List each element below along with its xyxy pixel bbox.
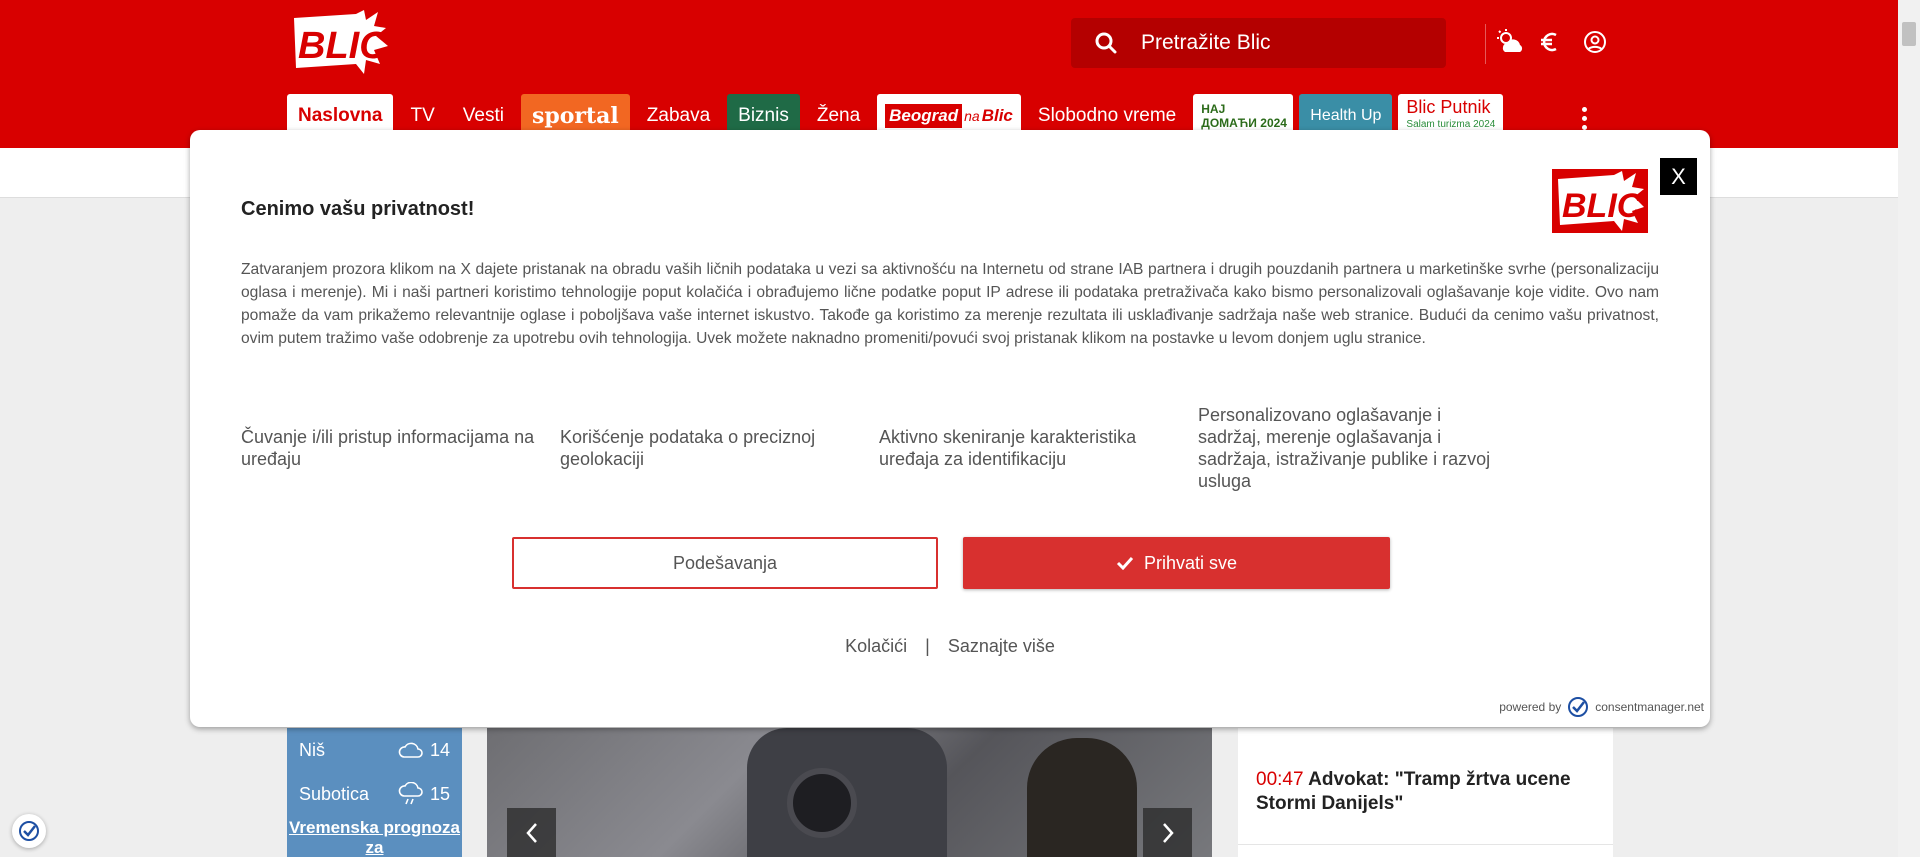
purpose-item: Personalizovano oglašavanje i sadržaj, m… bbox=[1198, 405, 1491, 491]
weather-widget: Niš 14 Subotica 15 Vremenska prognoza za bbox=[287, 728, 462, 857]
cookies-link[interactable]: Kolačići bbox=[845, 636, 907, 657]
user-account-icon[interactable] bbox=[1579, 26, 1611, 58]
news-time: 00:47 bbox=[1256, 769, 1304, 790]
page-scrollbar[interactable] bbox=[1898, 0, 1920, 857]
weather-icon[interactable] bbox=[1494, 26, 1526, 58]
blic-logo-dialog: BLIC bbox=[1552, 169, 1648, 233]
news-headline[interactable]: Advokat: "Tramp žrtva ucene Stormi Danij… bbox=[1256, 769, 1571, 814]
blic-logo-text: BLIC bbox=[298, 25, 387, 67]
weather-city: Subotica bbox=[299, 783, 370, 804]
person-shape bbox=[1027, 738, 1137, 857]
latest-news-panel: 00:47 Advokat: "Tramp žrtva ucene Stormi… bbox=[1238, 728, 1613, 857]
nav-label: Slobodno vreme bbox=[1037, 105, 1177, 126]
accept-all-button[interactable]: Prihvati sve bbox=[963, 537, 1390, 589]
nav-label: ДОМАЋИ 2024 bbox=[1201, 116, 1287, 130]
dialog-links: Kolačići | Saznajte više bbox=[190, 636, 1710, 657]
scrollbar-thumb[interactable] bbox=[1902, 22, 1916, 46]
nav-label: na bbox=[964, 108, 980, 124]
weather-city: Niš bbox=[299, 739, 325, 760]
news-slider-image[interactable] bbox=[487, 728, 1212, 857]
dialog-title: Cenimo vašu privatnost! bbox=[241, 198, 475, 220]
site-header: BLIC Pretražite Blic Naslovna TV Vesti s… bbox=[0, 0, 1898, 148]
nav-label: Zabava bbox=[646, 105, 711, 126]
purpose-item: Aktivno skeniranje karakteristika uređaj… bbox=[879, 427, 1137, 469]
consentmanager-logo-icon bbox=[1568, 697, 1589, 717]
weather-forecast-link[interactable]: Vremenska prognoza za bbox=[287, 816, 462, 857]
link-separator: | bbox=[925, 636, 930, 656]
powered-by-label: powered by bbox=[1499, 700, 1562, 714]
more-menu-icon[interactable] bbox=[1572, 103, 1596, 133]
currency-euro-icon[interactable] bbox=[1534, 26, 1566, 58]
close-button[interactable]: X bbox=[1660, 158, 1697, 195]
news-item[interactable]: 00:47 Advokat: "Tramp žrtva ucene Stormi… bbox=[1256, 768, 1596, 816]
nav-label: Blic bbox=[981, 106, 1013, 125]
search-placeholder[interactable]: Pretražite Blic bbox=[1141, 31, 1271, 55]
news-divider bbox=[1238, 844, 1613, 845]
provider-name: consentmanager.net bbox=[1595, 700, 1704, 714]
cloud-icon bbox=[398, 742, 423, 758]
slider-prev-arrow-icon[interactable] bbox=[507, 808, 556, 857]
settings-button[interactable]: Podešavanja bbox=[512, 537, 938, 589]
nav-label: Vesti bbox=[462, 105, 504, 126]
powered-by[interactable]: powered by consentmanager.net bbox=[1499, 696, 1704, 718]
nav-label: sportal bbox=[531, 103, 619, 129]
consent-dialog: X BLIC Cenimo vašu privatnost! Zatvaranj… bbox=[190, 130, 1710, 727]
weather-row: Subotica 15 bbox=[287, 772, 462, 816]
learn-more-link[interactable]: Saznajte više bbox=[948, 636, 1055, 657]
nav-label: Health Up bbox=[1310, 107, 1382, 124]
header-divider bbox=[1485, 24, 1486, 64]
weather-temp: 15 bbox=[429, 783, 450, 804]
accept-all-button-label: Prihvati sve bbox=[1143, 552, 1238, 573]
nav-label: TV bbox=[410, 105, 435, 126]
blic-logo[interactable]: BLIC bbox=[286, 10, 390, 76]
settings-button-label: Podešavanja bbox=[672, 552, 778, 573]
purpose-item: Korišćenje podataka o preciznoj geolokac… bbox=[560, 427, 816, 469]
weather-row: Niš 14 bbox=[287, 728, 462, 772]
checkmark-icon bbox=[1116, 556, 1134, 570]
rain-cloud-icon bbox=[398, 782, 423, 805]
nav-label: Beograd bbox=[885, 104, 963, 128]
nav-label: Žena bbox=[816, 105, 861, 126]
wheel-shape bbox=[787, 768, 857, 838]
search-box[interactable]: Pretražite Blic bbox=[1071, 18, 1446, 68]
nav-label: НАЈ bbox=[1201, 102, 1226, 116]
nav-label: Biznis bbox=[738, 105, 789, 126]
purpose-item: Čuvanje i/ili pristup informacijama na u… bbox=[241, 427, 535, 469]
blic-logo-dialog-text: BLIC bbox=[1562, 187, 1642, 225]
nav-label: Naslovna bbox=[298, 105, 383, 126]
nav-label: Blic Putnik bbox=[1406, 97, 1491, 117]
purpose-list: Čuvanje i/ili pristup informacijama na u… bbox=[241, 400, 1498, 496]
weather-temp: 14 bbox=[429, 739, 450, 760]
consent-settings-badge-icon[interactable] bbox=[12, 814, 46, 848]
dialog-body-text: Zatvaranjem prozora klikom na X dajete p… bbox=[241, 261, 1659, 347]
slider-next-arrow-icon[interactable] bbox=[1143, 808, 1192, 857]
search-icon[interactable] bbox=[1071, 18, 1141, 68]
